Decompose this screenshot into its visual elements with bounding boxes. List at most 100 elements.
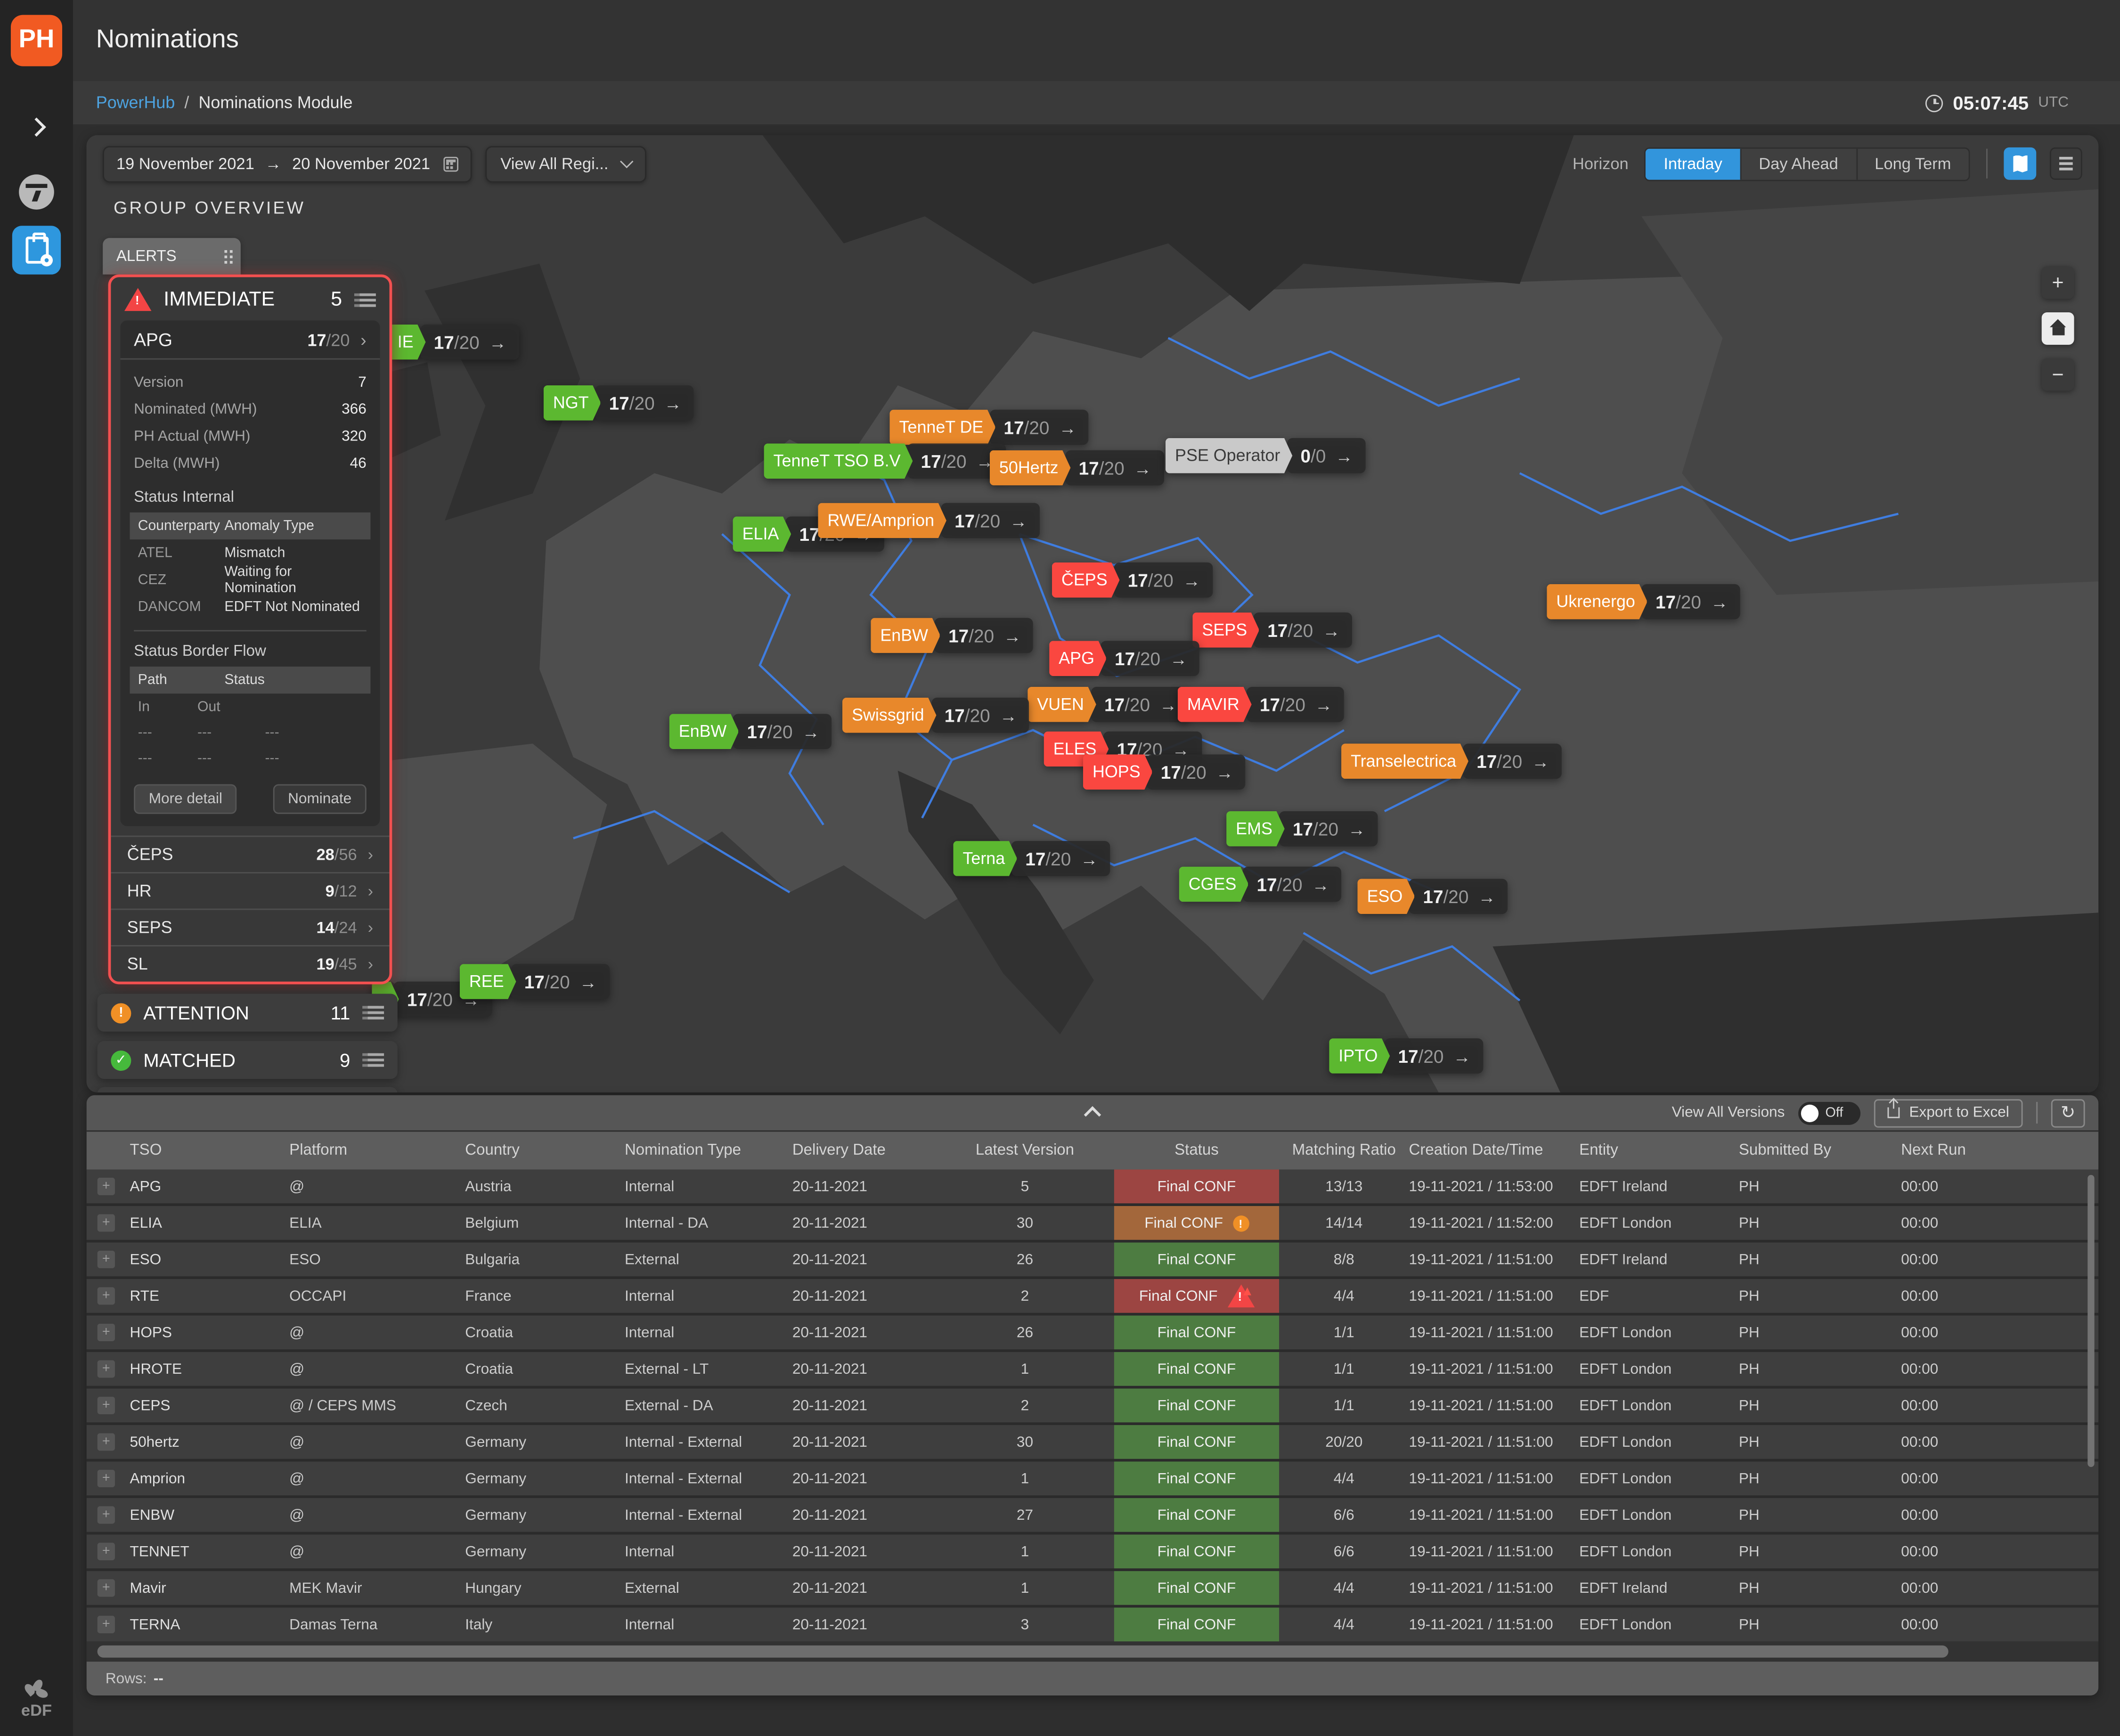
map-label-CGES[interactable]: CGES17/20→: [1179, 867, 1342, 902]
sidebar-expand-icon[interactable]: [27, 117, 46, 137]
vertical-scrollbar[interactable]: [2087, 1175, 2094, 1467]
map-label-TenneT DE[interactable]: TenneT DE17/20→: [889, 410, 1088, 445]
list-view-button[interactable]: [2050, 147, 2082, 180]
map-label-RWE/Amprion[interactable]: RWE/Amprion17/20→: [818, 503, 1039, 538]
status-badge: Final CONF: [1114, 1461, 1279, 1495]
map-label-Swissgrid[interactable]: Swissgrid17/20→: [842, 698, 1029, 733]
breadcrumb-root-link[interactable]: PowerHub: [96, 93, 175, 112]
immediate-group-hr[interactable]: HR9/12›: [111, 872, 389, 908]
map-label-IPTO[interactable]: IPTO17/20→: [1329, 1038, 1483, 1074]
attention-panel[interactable]: ! ATTENTION 11: [98, 994, 398, 1031]
expand-cell: +: [98, 1616, 130, 1633]
table-row[interactable]: +ESOESOBulgariaExternal20-11-202126Final…: [87, 1243, 2099, 1277]
refresh-button[interactable]: ↻: [2051, 1099, 2085, 1127]
horizontal-scrollbar[interactable]: [98, 1646, 2088, 1658]
expand-row-icon[interactable]: +: [98, 1324, 115, 1341]
table-row[interactable]: +CEPS@ / CEPS MMSCzechExternal - DA20-11…: [87, 1388, 2099, 1422]
expand-row-icon[interactable]: +: [98, 1543, 115, 1560]
status-text: Final CONF: [1158, 1543, 1236, 1559]
list-icon[interactable]: [368, 1006, 384, 1009]
powerhub-logo[interactable]: PH: [11, 15, 62, 66]
cell-matching-ratio: 13/13: [1279, 1178, 1409, 1194]
expand-cell: +: [98, 1251, 130, 1268]
meter-icon[interactable]: [19, 174, 54, 210]
tso-badge: 50Hertz: [990, 450, 1071, 486]
table-row[interactable]: +TENNET@GermanyInternal20-11-20211Final …: [87, 1534, 2099, 1568]
column-header-status: Status: [1114, 1142, 1279, 1158]
tab-intraday[interactable]: Intraday: [1646, 148, 1741, 179]
map-label-50Hertz[interactable]: 50Hertz17/20→: [990, 450, 1164, 486]
status-badge: Final CONF: [1114, 1388, 1279, 1422]
expand-row-icon[interactable]: +: [98, 1287, 115, 1304]
map-label-EnBW[interactable]: EnBW17/20→: [871, 618, 1033, 653]
arrow-right-icon: →: [1216, 762, 1233, 782]
map-label-ESO[interactable]: ESO17/20→: [1357, 879, 1508, 914]
table-row[interactable]: +ELIAELIABelgiumInternal - DA20-11-20213…: [87, 1206, 2099, 1240]
tso-row-apg[interactable]: APG 17 /20 ›: [120, 320, 380, 359]
expand-row-icon[interactable]: +: [98, 1506, 115, 1524]
map-label-EMS[interactable]: EMS17/20→: [1226, 811, 1378, 847]
expand-row-icon[interactable]: +: [98, 1470, 115, 1487]
region-dropdown[interactable]: View All Regi...: [486, 146, 646, 182]
immediate-group-sl[interactable]: SL19/45›: [111, 945, 389, 981]
table-row[interactable]: +50hertz@GermanyInternal - External20-11…: [87, 1425, 2099, 1459]
map-view-button[interactable]: [2004, 147, 2036, 180]
export-to-excel-button[interactable]: Export to Excel: [1874, 1099, 2023, 1127]
tab-day-ahead[interactable]: Day Ahead: [1741, 148, 1857, 179]
table-row[interactable]: +HROTE@CroatiaExternal - LT20-11-20211Fi…: [87, 1352, 2099, 1386]
list-icon[interactable]: [368, 1053, 384, 1056]
map-label-Terna[interactable]: Terna17/20→: [953, 841, 1110, 876]
table-row[interactable]: +RTEOCCAPIFranceInternal20-11-20212Final…: [87, 1279, 2099, 1313]
map-label-HOPS[interactable]: HOPS17/20→: [1083, 754, 1246, 790]
map-label-Transelectrica[interactable]: Transelectrica17/20→: [1341, 743, 1561, 779]
map-label-REE[interactable]: REE17/20→: [460, 964, 609, 999]
table-row[interactable]: +HOPS@CroatiaInternal20-11-202126Final C…: [87, 1316, 2099, 1350]
expand-row-icon[interactable]: +: [98, 1579, 115, 1597]
map-label-Ukrenergo[interactable]: Ukrenergo17/20→: [1547, 584, 1740, 619]
map-label-PSE Operator[interactable]: PSE Operator0/0→: [1166, 438, 1365, 473]
map-label-EnBW[interactable]: EnBW17/20→: [669, 714, 832, 749]
map-zoom-out-button[interactable]: −: [2042, 359, 2074, 391]
immediate-group-čeps[interactable]: ČEPS28/56›: [111, 836, 389, 872]
map-label-VUEN[interactable]: VUEN17/20→: [1027, 687, 1189, 722]
cell-next-run: 00:00: [1901, 1215, 2098, 1231]
map-home-button[interactable]: [2042, 312, 2074, 345]
tab-long-term[interactable]: Long Term: [1857, 148, 1969, 179]
table-row[interactable]: +MavirMEK MavirHungaryExternal20-11-2021…: [87, 1571, 2099, 1605]
map-label-ČEPS[interactable]: ČEPS17/20→: [1052, 562, 1213, 598]
date-range-picker[interactable]: 19 November 2021 → 20 November 2021: [103, 146, 472, 182]
expand-row-icon[interactable]: +: [98, 1360, 115, 1377]
arrow-right-icon: →: [579, 971, 597, 992]
map-label-TenneT TSO B.V[interactable]: TenneT TSO B.V17/20→: [764, 443, 1006, 479]
view-all-versions-toggle[interactable]: Off: [1798, 1101, 1860, 1125]
table-row[interactable]: +TERNADamas TernaItalyInternal20-11-2021…: [87, 1607, 2099, 1641]
more-detail-button[interactable]: More detail: [134, 784, 237, 814]
matched-panel[interactable]: ✓ MATCHED 9: [98, 1041, 398, 1079]
tab-alerts[interactable]: ALERTS: [103, 238, 241, 274]
map-zoom-in-button[interactable]: +: [2042, 266, 2074, 299]
tso-badge: EMS: [1226, 811, 1285, 847]
hscroll-thumb[interactable]: [98, 1646, 1949, 1658]
expand-row-icon[interactable]: +: [98, 1616, 115, 1633]
map-label-APG[interactable]: APG17/20→: [1049, 641, 1199, 676]
map-label-IE[interactable]: IE17/20→: [388, 325, 519, 360]
map-label-NGT[interactable]: NGT17/20→: [544, 385, 694, 421]
list-icon[interactable]: [359, 293, 375, 295]
expand-row-icon[interactable]: +: [98, 1178, 115, 1195]
column-divider: [452, 1361, 465, 1377]
expand-row-icon[interactable]: +: [98, 1397, 115, 1414]
collapse-chevron-icon[interactable]: [1084, 1106, 1101, 1124]
map-label-MAVIR[interactable]: MAVIR17/20→: [1178, 687, 1345, 722]
table-row[interactable]: +ENBW@GermanyInternal - External20-11-20…: [87, 1498, 2099, 1532]
sidebar-item-nominations[interactable]: [12, 226, 61, 274]
table-row[interactable]: +APG@AustriaInternal20-11-20215Final CON…: [87, 1170, 2099, 1204]
tso-ratio: 17/20→: [990, 410, 1089, 445]
map-label-SEPS[interactable]: SEPS17/20→: [1192, 612, 1352, 648]
immediate-header[interactable]: IMMEDIATE 5: [111, 277, 389, 320]
nominate-button[interactable]: Nominate: [273, 784, 367, 814]
expand-row-icon[interactable]: +: [98, 1433, 115, 1451]
immediate-group-seps[interactable]: SEPS14/24›: [111, 909, 389, 945]
table-row[interactable]: +Amprion@GermanyInternal - External20-11…: [87, 1461, 2099, 1495]
expand-row-icon[interactable]: +: [98, 1214, 115, 1231]
expand-row-icon[interactable]: +: [98, 1251, 115, 1268]
